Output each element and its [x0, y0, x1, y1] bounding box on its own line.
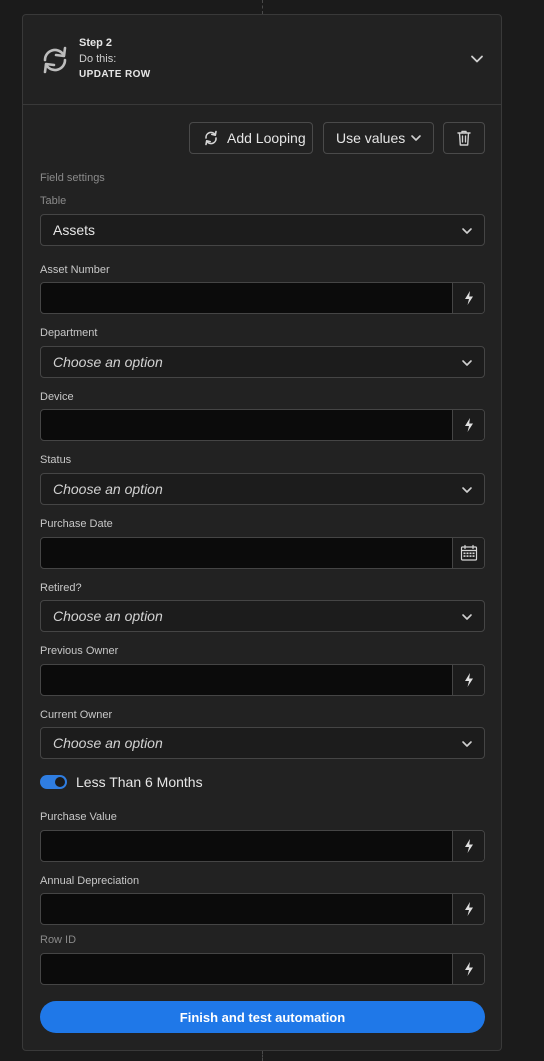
trash-icon [457, 130, 471, 146]
chevron-down-icon [462, 614, 472, 620]
lightning-icon [464, 418, 473, 432]
loop-icon [205, 130, 217, 146]
row-id-binding-button[interactable] [452, 954, 484, 984]
table-select[interactable]: Assets [40, 214, 485, 246]
connector-top [262, 0, 263, 14]
purchase-value-label: Purchase Value [40, 811, 117, 823]
department-select-placeholder: Choose an option [53, 354, 163, 370]
department-label: Department [40, 327, 98, 339]
purchase-value-field [40, 830, 485, 862]
add-looping-label: Add Looping [227, 130, 306, 146]
chevron-down-icon[interactable] [467, 49, 487, 69]
step-title-block: Step 2 Do this: UPDATE ROW [79, 36, 151, 82]
lightning-icon [464, 902, 473, 916]
purchase-date-picker-button[interactable] [452, 538, 484, 568]
delete-step-button[interactable] [443, 122, 485, 154]
asset-number-binding-button[interactable] [452, 283, 484, 313]
purchase-value-binding-button[interactable] [452, 831, 484, 861]
purchase-date-field [40, 537, 485, 569]
lightning-icon [464, 839, 473, 853]
chevron-down-icon [411, 135, 421, 141]
annual-depreciation-input[interactable] [41, 894, 454, 924]
field-settings-heading: Field settings [40, 172, 105, 184]
chevron-down-icon [462, 487, 472, 493]
status-label: Status [40, 454, 72, 466]
device-binding-button[interactable] [452, 410, 484, 440]
retired-select-placeholder: Choose an option [53, 608, 163, 624]
connector-bottom [262, 1051, 263, 1061]
row-id-field [40, 953, 485, 985]
previous-owner-input[interactable] [41, 665, 454, 695]
step-number: Step 2 [79, 37, 113, 49]
toggle-knob [55, 777, 65, 787]
retired-select[interactable]: Choose an option [40, 600, 485, 632]
lightning-icon [464, 962, 473, 976]
previous-owner-field [40, 664, 485, 696]
device-input[interactable] [41, 410, 454, 440]
previous-owner-binding-button[interactable] [452, 665, 484, 695]
row-id-input[interactable] [41, 954, 454, 984]
annual-depreciation-binding-button[interactable] [452, 894, 484, 924]
less-than-6-months-toggle[interactable] [40, 775, 67, 789]
chevron-down-icon [462, 360, 472, 366]
use-values-label: Use values [336, 130, 406, 146]
purchase-date-label: Purchase Date [40, 518, 113, 530]
step-header[interactable]: Step 2 Do this: UPDATE ROW [23, 15, 501, 105]
automation-step-card: Step 2 Do this: UPDATE ROW Add Looping U… [22, 14, 502, 1051]
department-select[interactable]: Choose an option [40, 346, 485, 378]
chevron-down-icon [462, 228, 472, 234]
table-select-value: Assets [53, 222, 96, 238]
refresh-icon [43, 46, 67, 74]
device-field [40, 409, 485, 441]
asset-number-label: Asset Number [40, 264, 110, 276]
add-looping-button[interactable]: Add Looping [189, 122, 313, 154]
annual-depreciation-field [40, 893, 485, 925]
chevron-down-icon [462, 741, 472, 747]
current-owner-select-placeholder: Choose an option [53, 735, 163, 751]
step-action-name: UPDATE ROW [79, 69, 151, 80]
table-label: Table [40, 195, 67, 207]
status-select[interactable]: Choose an option [40, 473, 485, 505]
current-owner-select[interactable]: Choose an option [40, 727, 485, 759]
purchase-date-input[interactable] [41, 538, 454, 568]
finish-and-test-button[interactable]: Finish and test automation [40, 1001, 485, 1033]
less-than-6-months-label: Less Than 6 Months [76, 774, 203, 790]
row-id-label: Row ID [40, 934, 77, 946]
previous-owner-label: Previous Owner [40, 645, 119, 657]
use-values-button[interactable]: Use values [323, 122, 434, 154]
asset-number-field [40, 282, 485, 314]
step-do-this: Do this: [79, 53, 117, 65]
current-owner-label: Current Owner [40, 709, 113, 721]
lightning-icon [464, 673, 473, 687]
purchase-value-input[interactable] [41, 831, 454, 861]
lightning-icon [464, 291, 473, 305]
device-label: Device [40, 391, 74, 403]
status-select-placeholder: Choose an option [53, 481, 163, 497]
asset-number-input[interactable] [41, 283, 454, 313]
annual-depreciation-label: Annual Depreciation [40, 875, 140, 887]
calendar-icon [460, 544, 477, 561]
retired-label: Retired? [40, 582, 82, 594]
